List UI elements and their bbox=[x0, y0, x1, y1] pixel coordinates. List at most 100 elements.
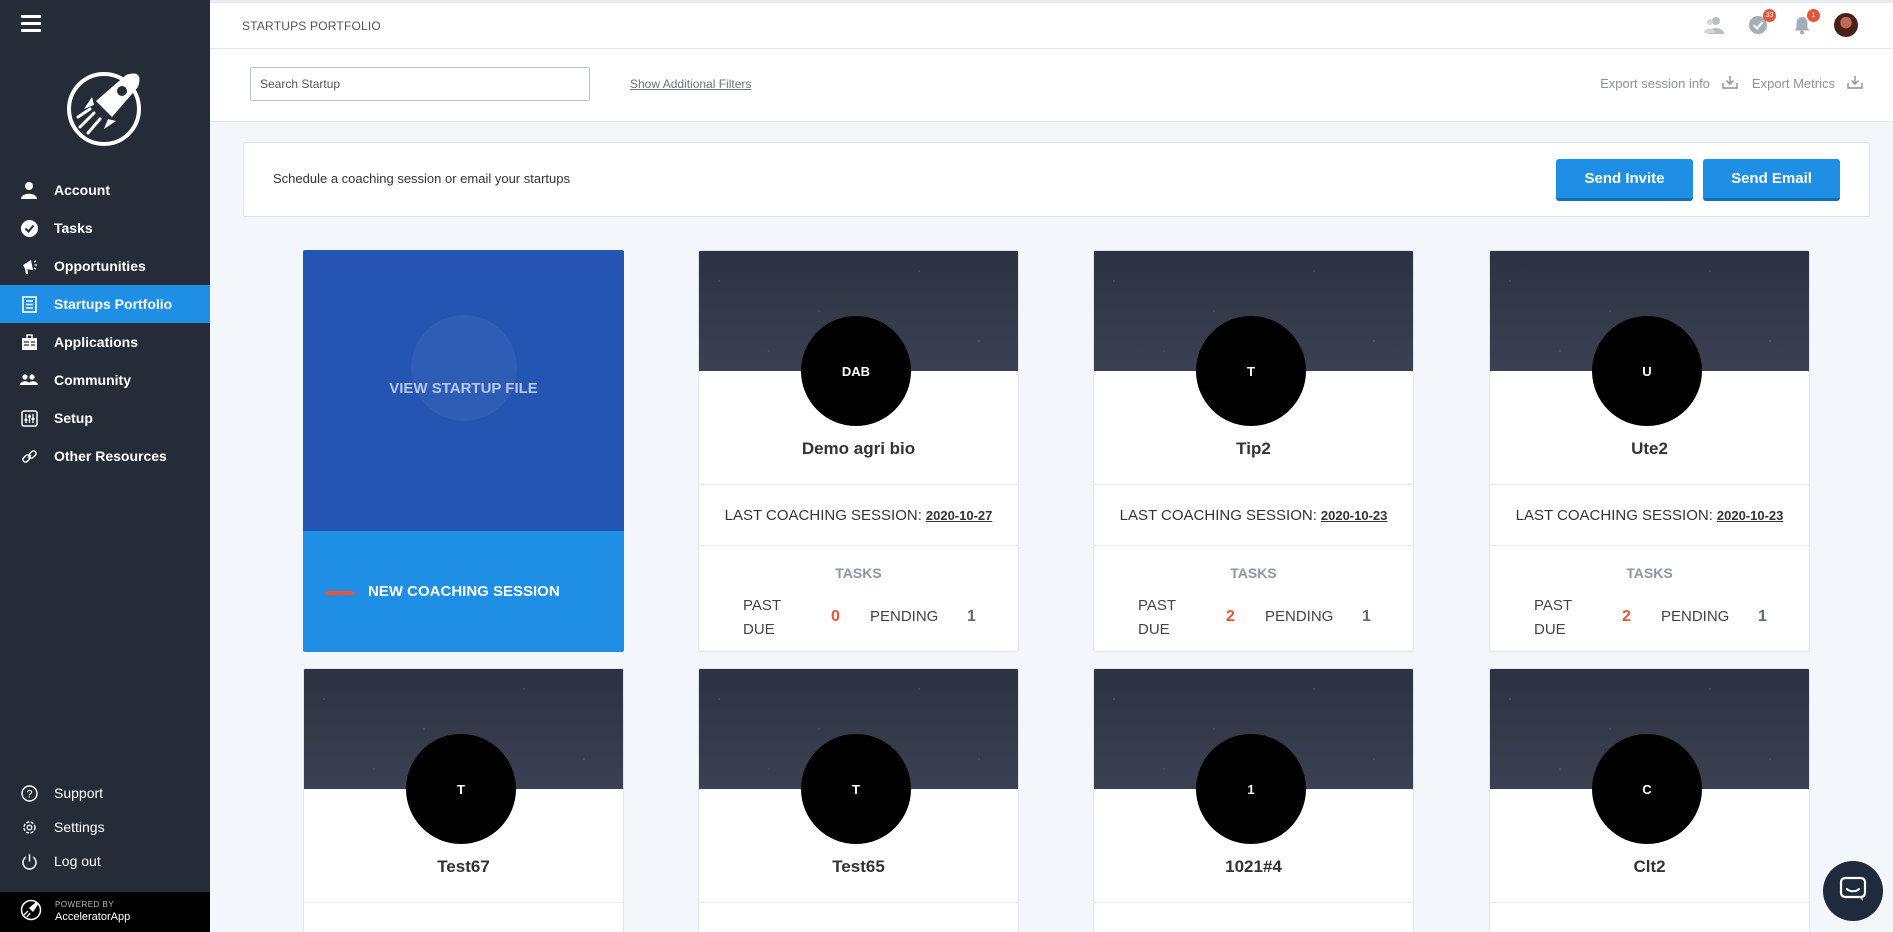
sidebar-item-tasks[interactable]: Tasks bbox=[0, 209, 210, 247]
startup-avatar: T bbox=[801, 734, 911, 844]
chat-icon bbox=[1839, 876, 1867, 907]
check-circle-icon bbox=[20, 219, 38, 237]
sidebar-item-community[interactable]: Community bbox=[0, 361, 210, 399]
startup-name[interactable]: Test65 bbox=[699, 857, 1018, 877]
past-due-label: PAST DUE bbox=[743, 597, 781, 638]
startup-name[interactable]: Ute2 bbox=[1490, 439, 1809, 459]
startup-card[interactable]: T Test65 bbox=[698, 668, 1019, 932]
chat-launcher-button[interactable] bbox=[1823, 861, 1883, 921]
sidebar-item-label: Community bbox=[54, 372, 131, 388]
sidebar-item-label: Other Resources bbox=[54, 448, 167, 464]
view-startup-file-button[interactable]: VIEW STARTUP FILE bbox=[303, 380, 624, 397]
sidebar-item-startups-portfolio[interactable]: Startups Portfolio bbox=[0, 285, 210, 323]
startup-name[interactable]: Clt2 bbox=[1490, 857, 1809, 877]
sidebar-item-logout[interactable]: Log out bbox=[0, 844, 210, 878]
tasks-heading: TASKS bbox=[1626, 565, 1673, 581]
pending-label: PENDING bbox=[1265, 608, 1334, 625]
startup-name[interactable]: 1021#4 bbox=[1094, 857, 1413, 877]
user-avatar[interactable] bbox=[1834, 13, 1858, 37]
sidebar-item-opportunities[interactable]: Opportunities bbox=[0, 247, 210, 285]
brand-name: AcceleratorApp bbox=[55, 911, 131, 923]
search-startup-input[interactable] bbox=[250, 67, 590, 101]
tasks-check-icon[interactable]: 33 bbox=[1746, 9, 1776, 37]
sidebar-item-support[interactable]: ? Support bbox=[0, 776, 210, 810]
sidebar-item-applications[interactable]: Applications bbox=[0, 323, 210, 361]
startup-name[interactable]: Test67 bbox=[304, 857, 623, 877]
show-additional-filters-link[interactable]: Show Additional Filters bbox=[630, 77, 751, 91]
tasks-badge: 33 bbox=[1763, 9, 1776, 22]
top-icons: 33 1 bbox=[1702, 9, 1858, 37]
startup-card[interactable]: T Tip2 LAST COACHING SESSION: 2020-10-23… bbox=[1093, 250, 1414, 652]
community-icon bbox=[20, 371, 38, 389]
startup-avatar: U bbox=[1592, 316, 1702, 426]
startup-card[interactable]: T Test67 bbox=[303, 668, 624, 932]
pending-count: 1 bbox=[1758, 608, 1767, 625]
bell-icon[interactable]: 1 bbox=[1790, 9, 1820, 37]
export-session-info-button[interactable]: Export session info bbox=[1600, 75, 1738, 92]
pending-count: 1 bbox=[967, 608, 976, 625]
startup-card[interactable]: 1 1021#4 bbox=[1093, 668, 1414, 932]
last-session-date-link[interactable]: 2020-10-23 bbox=[1717, 508, 1784, 523]
startup-avatar: 1 bbox=[1196, 734, 1306, 844]
sidebar-item-label: Settings bbox=[54, 819, 105, 835]
past-due-count: 2 bbox=[1226, 608, 1235, 625]
last-coaching-session: LAST COACHING SESSION: 2020-10-23 bbox=[1094, 484, 1413, 546]
last-coaching-session bbox=[304, 902, 623, 932]
link-icon bbox=[20, 447, 38, 465]
sidebar-item-label: Support bbox=[54, 785, 104, 801]
sidebar-item-label: Applications bbox=[54, 334, 139, 350]
sliders-icon bbox=[20, 409, 38, 427]
startup-card[interactable]: DAB Demo agri bio LAST COACHING SESSION:… bbox=[698, 250, 1019, 652]
sidebar-item-settings[interactable]: Settings bbox=[0, 810, 210, 844]
last-coaching-session: LAST COACHING SESSION: 2020-10-23 bbox=[1490, 484, 1809, 546]
notifications-badge: 1 bbox=[1807, 9, 1820, 22]
filter-bar: Show Additional Filters Export session i… bbox=[210, 49, 1893, 122]
user-icon bbox=[20, 181, 38, 199]
sidebar-item-label: Startups Portfolio bbox=[54, 296, 173, 312]
startup-avatar: T bbox=[406, 734, 516, 844]
sidebar-item-account[interactable]: Account bbox=[0, 171, 210, 209]
rocket-logo[interactable] bbox=[64, 67, 146, 149]
last-coaching-session: LAST COACHING SESSION: 2020-10-27 bbox=[699, 484, 1018, 546]
sidebar-item-label: Tasks bbox=[54, 220, 93, 236]
powered-by-label: POWERED BY bbox=[55, 900, 115, 909]
last-session-label: LAST COACHING SESSION: bbox=[1515, 506, 1713, 524]
export-metrics-button[interactable]: Export Metrics bbox=[1752, 75, 1863, 92]
hamburger-menu-icon[interactable] bbox=[21, 14, 41, 32]
new-coaching-session-label: NEW COACHING SESSION bbox=[368, 583, 560, 600]
startup-avatar: DAB bbox=[801, 316, 911, 426]
startup-card[interactable]: C Clt2 bbox=[1489, 668, 1810, 932]
pending-count: 1 bbox=[1362, 608, 1371, 625]
page-title: STARTUPS PORTFOLIO bbox=[242, 19, 381, 33]
last-coaching-session bbox=[699, 902, 1018, 932]
team-icon[interactable] bbox=[1702, 13, 1726, 37]
powered-by-footer[interactable]: POWERED BY AcceleratorApp bbox=[0, 892, 210, 932]
export-links: Export session info Export Metrics bbox=[1600, 75, 1863, 92]
last-coaching-session bbox=[1094, 902, 1413, 932]
sidebar-item-other-resources[interactable]: Other Resources bbox=[0, 437, 210, 475]
download-icon bbox=[1847, 75, 1863, 92]
last-coaching-session bbox=[1490, 902, 1809, 932]
view-startup-file-area[interactable]: VIEW STARTUP FILE bbox=[303, 250, 624, 531]
startup-card[interactable]: U Ute2 LAST COACHING SESSION: 2020-10-23… bbox=[1489, 250, 1810, 652]
download-icon bbox=[1722, 75, 1738, 92]
pending-label: PENDING bbox=[870, 608, 939, 625]
send-email-button[interactable]: Send Email bbox=[1703, 159, 1840, 201]
startup-name[interactable]: Tip2 bbox=[1094, 439, 1413, 459]
pending-label: PENDING bbox=[1661, 608, 1730, 625]
hamburger-row bbox=[0, 0, 210, 50]
last-session-label: LAST COACHING SESSION: bbox=[724, 506, 922, 524]
sidebar-item-label: Opportunities bbox=[54, 258, 146, 274]
portfolio-icon bbox=[20, 295, 38, 313]
sidebar-item-setup[interactable]: Setup bbox=[0, 399, 210, 437]
startup-card-hovered[interactable]: VIEW STARTUP FILE NEW COACHING SESSION bbox=[303, 250, 624, 652]
last-session-date-link[interactable]: 2020-10-23 bbox=[1321, 508, 1388, 523]
new-coaching-session-button[interactable]: NEW COACHING SESSION bbox=[303, 531, 624, 652]
question-icon: ? bbox=[20, 784, 38, 802]
acceleratorapp-logo-icon bbox=[20, 899, 42, 926]
sidebar-item-label: Setup bbox=[54, 410, 93, 426]
last-session-date-link[interactable]: 2020-10-27 bbox=[926, 508, 993, 523]
startup-name[interactable]: Demo agri bio bbox=[699, 439, 1018, 459]
schedule-session-bar: Schedule a coaching session or email you… bbox=[243, 142, 1870, 217]
send-invite-button[interactable]: Send Invite bbox=[1556, 159, 1693, 201]
